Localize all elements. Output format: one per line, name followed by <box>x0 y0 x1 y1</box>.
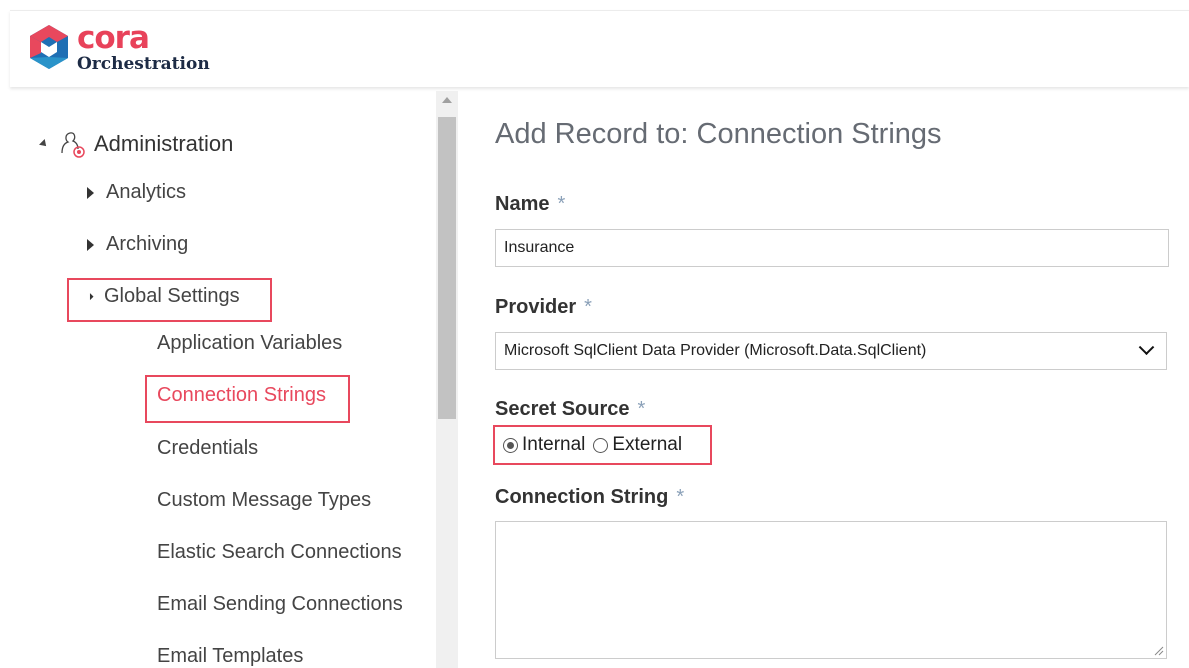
tree-leaf-email-sending-connections[interactable]: Email Sending Connections <box>157 593 403 616</box>
provider-label: Provider * <box>495 296 592 319</box>
tree-root-label: Administration <box>94 131 234 156</box>
sidebar-tree: Administration Analytics Archiving Globa… <box>10 91 435 668</box>
connection-string-label: Connection String * <box>495 486 684 509</box>
tree-leaf-email-templates[interactable]: Email Templates <box>157 645 303 668</box>
tree-node-label: Analytics <box>106 181 187 203</box>
cora-logo[interactable]: cora Orchestration <box>27 21 227 81</box>
admin-user-gear-icon <box>61 132 85 158</box>
page-title: Add Record to: Connection Strings <box>495 118 942 150</box>
scroll-up-arrow-icon[interactable] <box>442 97 452 103</box>
required-mark: * <box>557 193 566 215</box>
tree-node-administration[interactable]: Administration <box>39 129 234 159</box>
collapse-arrow-icon[interactable] <box>82 289 94 300</box>
name-label: Name * <box>495 193 565 216</box>
cora-logo-icon <box>30 25 68 69</box>
secret-source-label: Secret Source * <box>495 398 645 421</box>
collapse-arrow-icon[interactable] <box>39 139 49 149</box>
required-mark: * <box>584 296 592 318</box>
tree-leaf-custom-message-types[interactable]: Custom Message Types <box>157 489 371 512</box>
chevron-down-icon <box>1138 338 1155 355</box>
logo-wordmark: cora <box>77 20 150 56</box>
tree-leaf-connection-strings[interactable]: Connection Strings <box>157 384 326 407</box>
radio-external-label[interactable]: External <box>612 434 682 456</box>
tree-node-global-settings[interactable]: Global Settings <box>82 285 240 308</box>
radio-external[interactable] <box>593 437 609 453</box>
scroll-thumb[interactable] <box>438 117 456 419</box>
app-header: cora Orchestration <box>10 10 1189 87</box>
name-label-text: Name <box>495 193 550 215</box>
connection-string-label-text: Connection String <box>495 486 669 508</box>
secret-source-radio-group: Internal External <box>493 425 712 465</box>
radio-internal-label[interactable]: Internal <box>522 434 585 456</box>
secret-source-label-text: Secret Source <box>495 398 630 420</box>
form-panel: Add Record to: Connection Strings Name * … <box>493 91 1189 668</box>
radio-internal[interactable] <box>503 437 518 453</box>
tree-node-label: Global Settings <box>104 285 240 307</box>
required-mark: * <box>676 486 685 508</box>
sidebar-scrollbar[interactable] <box>436 91 458 668</box>
name-input[interactable] <box>495 229 1169 267</box>
tree-node-label: Archiving <box>106 233 189 255</box>
expand-arrow-icon[interactable] <box>87 238 94 251</box>
expand-arrow-icon[interactable] <box>87 186 94 199</box>
resize-handle-icon[interactable] <box>1154 646 1164 656</box>
provider-selected-value: Microsoft SqlClient Data Provider (Micro… <box>504 342 927 359</box>
tree-leaf-credentials[interactable]: Credentials <box>157 437 258 460</box>
logo-subtitle: Orchestration <box>77 54 210 74</box>
tree-leaf-elastic-search-connections[interactable]: Elastic Search Connections <box>157 541 402 564</box>
required-mark: * <box>637 398 646 420</box>
provider-label-text: Provider <box>495 296 577 318</box>
connection-string-textarea[interactable] <box>495 521 1167 659</box>
provider-select[interactable]: Microsoft SqlClient Data Provider (Micro… <box>495 332 1167 370</box>
tree-node-analytics[interactable]: Analytics <box>87 181 186 204</box>
tree-node-archiving[interactable]: Archiving <box>87 233 188 256</box>
tree-leaf-application-variables[interactable]: Application Variables <box>157 332 342 355</box>
